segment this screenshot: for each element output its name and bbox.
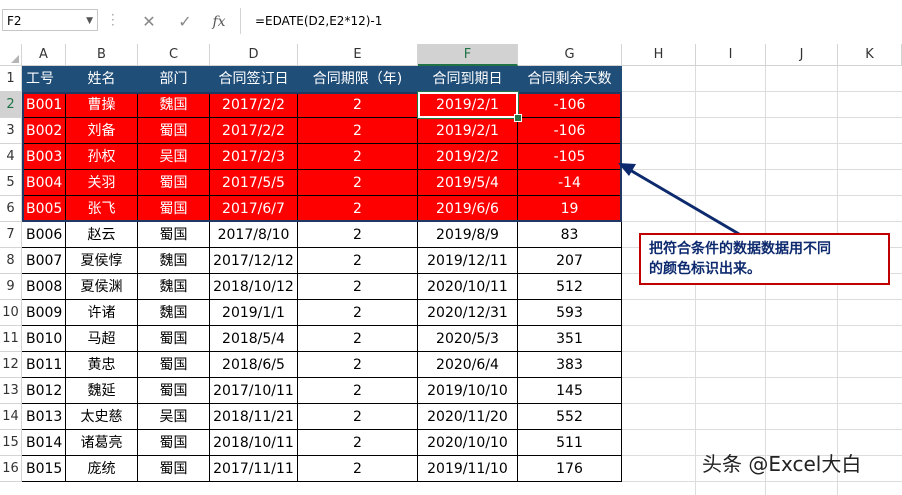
annotation-line-2: 的颜色标识出来。 <box>649 261 761 277</box>
watermark: 头条 @Excel大白 <box>702 452 862 476</box>
annotation-line-1: 把符合条件的数据数据用不同 <box>649 241 831 257</box>
annotation-note: 把符合条件的数据数据用不同 的颜色标识出来。 <box>639 233 890 285</box>
